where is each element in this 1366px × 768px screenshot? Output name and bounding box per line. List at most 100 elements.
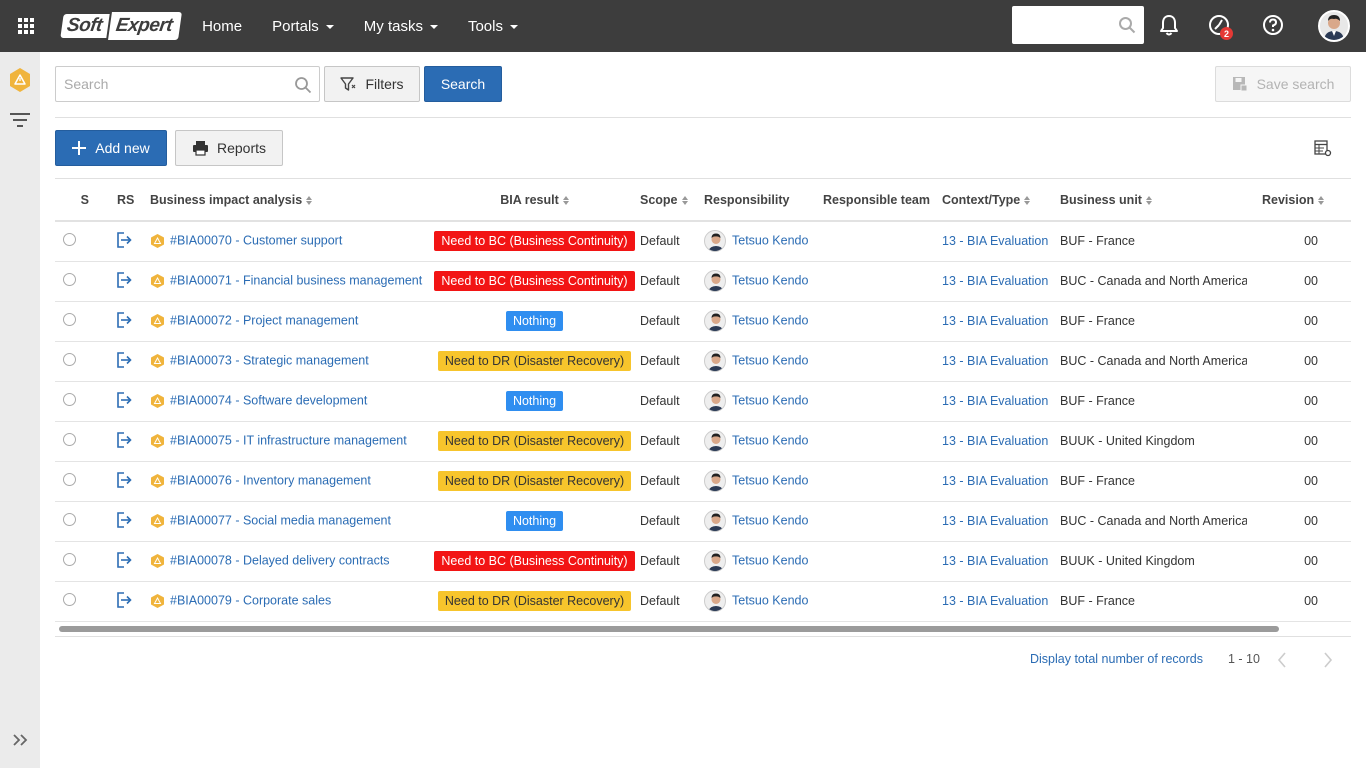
bia-record-link[interactable]: #BIA00078 - Delayed delivery contracts [170, 553, 390, 567]
table-row[interactable]: #BIA00077 - Social media management Nothi… [55, 501, 1351, 542]
table-row[interactable]: #BIA00074 - Software development Nothing D… [55, 381, 1351, 422]
bia-record-link[interactable]: #BIA00073 - Strategic management [170, 353, 369, 367]
column-header-context[interactable]: Context/Type [942, 179, 1060, 222]
previous-page-icon[interactable] [1277, 652, 1287, 668]
responsible-user-link[interactable]: Tetsuo Kendo [732, 433, 808, 447]
context-type-link[interactable]: 13 - BIA Evaluation [942, 594, 1048, 608]
context-type-link[interactable]: 13 - BIA Evaluation [942, 394, 1048, 408]
table-row[interactable]: #BIA00073 - Strategic management Need to … [55, 341, 1351, 382]
responsible-user-link[interactable]: Tetsuo Kendo [732, 313, 808, 327]
search-input[interactable] [56, 67, 276, 101]
column-header-s[interactable]: S [55, 179, 89, 222]
column-header-responsibility[interactable]: Responsibility [704, 179, 823, 222]
softexpert-logo[interactable]: Soft Expert [60, 12, 183, 40]
bia-record-link[interactable]: #BIA00074 - Software development [170, 393, 367, 407]
column-header-team[interactable]: Responsible team [823, 179, 942, 222]
bia-record-link[interactable]: #BIA00070 - Customer support [170, 234, 342, 248]
context-type-link[interactable]: 13 - BIA Evaluation [942, 314, 1048, 328]
bia-cell: #BIA00079 - Corporate sales [150, 581, 429, 622]
responsible-user-link[interactable]: Tetsuo Kendo [732, 234, 808, 248]
save-search-button[interactable]: Save search [1215, 66, 1351, 102]
row-select-radio[interactable] [63, 473, 76, 486]
responsible-user-link[interactable]: Tetsuo Kendo [732, 513, 808, 527]
next-page-icon[interactable] [1323, 652, 1333, 668]
row-select-radio[interactable] [63, 433, 76, 446]
table-row[interactable]: #BIA00072 - Project management Nothing Def… [55, 301, 1351, 342]
open-record-icon[interactable] [115, 431, 133, 449]
bia-record-link[interactable]: #BIA00071 - Financial business managemen… [170, 273, 422, 287]
avatar [704, 510, 726, 532]
scope-cell: Default [640, 221, 704, 262]
filters-button[interactable]: Filters [324, 66, 420, 102]
row-select-radio[interactable] [63, 393, 76, 406]
column-header-bia[interactable]: Business impact analysis [150, 179, 429, 222]
row-select-radio[interactable] [63, 513, 76, 526]
column-header-unit[interactable]: Business unit [1060, 179, 1247, 222]
context-type-link[interactable]: 13 - BIA Evaluation [942, 434, 1048, 448]
context-type-link[interactable]: 13 - BIA Evaluation [942, 274, 1048, 288]
filter-lines-icon[interactable] [10, 113, 30, 127]
bia-record-link[interactable]: #BIA00077 - Social media management [170, 513, 391, 527]
table-row[interactable]: #BIA00076 - Inventory management Need to … [55, 461, 1351, 502]
row-select-radio[interactable] [63, 593, 76, 606]
column-header-revision[interactable]: Revision [1247, 179, 1351, 222]
open-record-icon[interactable] [115, 391, 133, 409]
display-total-records-link[interactable]: Display total number of records [1030, 652, 1203, 666]
row-select-radio[interactable] [63, 353, 76, 366]
column-header-scope[interactable]: Scope [640, 179, 704, 222]
warning-hexagon-icon[interactable] [8, 67, 32, 93]
open-record-icon[interactable] [115, 471, 133, 489]
table-row[interactable]: #BIA00079 - Corporate sales Need to DR (D… [55, 581, 1351, 622]
search-icon[interactable] [294, 76, 312, 94]
global-search-input[interactable] [1012, 6, 1144, 44]
nav-my-tasks[interactable]: My tasks [364, 18, 438, 35]
row-select-radio[interactable] [63, 553, 76, 566]
context-type-link[interactable]: 13 - BIA Evaluation [942, 474, 1048, 488]
column-settings-icon[interactable] [1314, 140, 1332, 157]
reports-button[interactable]: Reports [175, 130, 283, 166]
add-new-button[interactable]: Add new [55, 130, 167, 166]
open-record-icon[interactable] [115, 351, 133, 369]
open-record-icon[interactable] [115, 231, 133, 249]
help-icon[interactable] [1262, 14, 1284, 36]
open-record-icon[interactable] [115, 591, 133, 609]
search-box[interactable] [55, 66, 320, 102]
open-record-icon[interactable] [115, 271, 133, 289]
bia-record-link[interactable]: #BIA00079 - Corporate sales [170, 593, 331, 607]
bia-record-link[interactable]: #BIA00075 - IT infrastructure management [170, 433, 407, 447]
responsible-user-link[interactable]: Tetsuo Kendo [732, 473, 808, 487]
user-avatar[interactable] [1318, 10, 1350, 42]
bell-icon[interactable] [1159, 14, 1179, 36]
responsible-user-link[interactable]: Tetsuo Kendo [732, 273, 808, 287]
responsible-user-link[interactable]: Tetsuo Kendo [732, 393, 808, 407]
table-row[interactable]: #BIA00071 - Financial business managemen… [55, 261, 1351, 302]
context-type-link[interactable]: 13 - BIA Evaluation [942, 354, 1048, 368]
open-record-icon[interactable] [115, 311, 133, 329]
context-type-link[interactable]: 13 - BIA Evaluation [942, 234, 1048, 248]
context-type-link[interactable]: 13 - BIA Evaluation [942, 554, 1048, 568]
context-type-link[interactable]: 13 - BIA Evaluation [942, 514, 1048, 528]
nav-home[interactable]: Home [202, 18, 242, 35]
search-button[interactable]: Search [424, 66, 502, 102]
nav-portals[interactable]: Portals [272, 18, 334, 35]
row-select-radio[interactable] [63, 273, 76, 286]
responsible-user-link[interactable]: Tetsuo Kendo [732, 593, 808, 607]
expand-double-chevron-icon[interactable] [12, 734, 28, 746]
horizontal-scrollbar[interactable] [59, 626, 1279, 632]
bia-record-link[interactable]: #BIA00072 - Project management [170, 313, 358, 327]
column-header-result[interactable]: BIA result [429, 179, 640, 222]
open-record-icon[interactable] [115, 511, 133, 529]
nav-tools[interactable]: Tools [468, 18, 518, 35]
open-record-icon[interactable] [115, 551, 133, 569]
table-row[interactable]: #BIA00078 - Delayed delivery contracts Ne… [55, 541, 1351, 582]
responsible-user-link[interactable]: Tetsuo Kendo [732, 353, 808, 367]
responsible-user-link[interactable]: Tetsuo Kendo [732, 553, 808, 567]
apps-menu-button[interactable] [0, 0, 52, 52]
table-row[interactable]: #BIA00075 - IT infrastructure management… [55, 421, 1351, 462]
bia-record-link[interactable]: #BIA00076 - Inventory management [170, 473, 371, 487]
column-header-rs[interactable]: RS [89, 179, 150, 222]
row-select-radio[interactable] [63, 233, 76, 247]
table-row[interactable]: #BIA00070 - Customer support Need to BC (… [55, 221, 1351, 262]
revision-cell: 00 [1247, 221, 1351, 262]
row-select-radio[interactable] [63, 313, 76, 326]
